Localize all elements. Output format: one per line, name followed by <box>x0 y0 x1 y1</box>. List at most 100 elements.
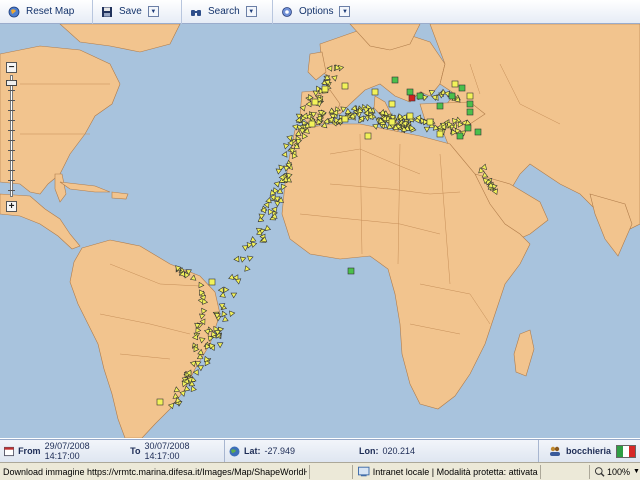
zoom-out-button[interactable]: − <box>6 62 17 73</box>
latitude-cell: Lat: -27.949 <box>225 440 325 462</box>
hispaniola-landmass <box>111 191 129 200</box>
to-label: To <box>130 446 141 456</box>
port-marker[interactable] <box>448 92 456 100</box>
search-button[interactable]: Search <box>190 6 240 18</box>
vessel-marker[interactable] <box>263 201 270 209</box>
options-dropdown-arrow[interactable]: ▼ <box>339 6 351 17</box>
vessel-marker[interactable] <box>221 310 228 318</box>
cuba-landmass <box>59 181 111 193</box>
zoom-slider[interactable]: − + <box>6 62 18 212</box>
vessel-marker[interactable] <box>234 278 242 285</box>
port-marker[interactable] <box>321 85 329 93</box>
vessel-marker[interactable] <box>264 224 272 231</box>
port-marker[interactable] <box>308 120 316 128</box>
zoom-tick <box>8 130 15 131</box>
port-marker[interactable] <box>464 124 472 132</box>
vessel-marker[interactable] <box>281 151 288 158</box>
save-group: Save ▼ <box>93 0 182 24</box>
save-button[interactable]: Save <box>101 6 142 18</box>
save-label: Save <box>119 6 142 17</box>
vessel-marker[interactable] <box>223 286 230 294</box>
vessel-marker[interactable] <box>265 197 272 204</box>
security-zone-text: Intranet locale | Modalità protetta: att… <box>372 466 538 477</box>
port-marker[interactable] <box>391 76 399 84</box>
world-map[interactable]: − + <box>0 24 640 438</box>
options-button[interactable]: Options <box>281 6 333 18</box>
port-marker[interactable] <box>371 88 379 96</box>
vessel-marker[interactable] <box>244 265 251 272</box>
earth-icon <box>229 446 240 456</box>
vessel-marker[interactable] <box>423 126 431 133</box>
vessel-marker[interactable] <box>197 365 205 372</box>
port-marker[interactable] <box>451 80 459 88</box>
port-marker[interactable] <box>347 267 355 275</box>
vessel-marker[interactable] <box>278 173 285 181</box>
vessel-marker[interactable] <box>229 310 236 318</box>
reset-map-button[interactable]: Reset Map <box>8 6 74 18</box>
port-marker[interactable] <box>388 118 396 126</box>
port-marker[interactable] <box>156 398 164 406</box>
vessel-marker[interactable] <box>230 292 238 299</box>
port-marker[interactable] <box>208 278 216 286</box>
zoom-tick <box>8 120 15 121</box>
zoom-tick <box>8 110 15 111</box>
lat-value: -27.949 <box>264 446 296 456</box>
port-marker[interactable] <box>416 92 424 100</box>
options-gear-icon <box>282 6 292 17</box>
binoculars-icon <box>191 9 201 16</box>
vessel-marker[interactable] <box>222 315 229 322</box>
zoom-dropdown-arrow[interactable]: ▼ <box>633 468 640 475</box>
port-marker[interactable] <box>364 132 372 140</box>
port-marker[interactable] <box>458 84 466 92</box>
from-value: 29/07/2008 14:17:00 <box>44 441 90 461</box>
zoom-track[interactable] <box>10 75 13 197</box>
port-marker[interactable] <box>436 102 444 110</box>
vessel-marker[interactable] <box>216 342 224 349</box>
zoom-tick <box>8 100 15 101</box>
vessel-marker[interactable] <box>273 181 281 188</box>
zoom-tick <box>8 190 15 191</box>
port-marker[interactable] <box>388 100 396 108</box>
search-dropdown-arrow[interactable]: ▼ <box>245 6 257 17</box>
port-marker[interactable] <box>466 108 474 116</box>
port-marker[interactable] <box>466 92 474 100</box>
time-range-cell: From 29/07/2008 14:17:00 To 30/07/2008 1… <box>0 440 225 462</box>
vessel-marker[interactable] <box>247 255 254 262</box>
longitude-cell: Lon: 020.214 <box>325 440 539 462</box>
vessel-marker[interactable] <box>344 107 352 114</box>
to-value: 30/07/2008 14:17:00 <box>144 441 190 461</box>
port-marker[interactable] <box>408 94 416 102</box>
vessel-marker[interactable] <box>241 245 249 252</box>
save-dropdown-arrow[interactable]: ▼ <box>147 6 159 17</box>
vessel-marker[interactable] <box>219 291 226 298</box>
users-icon <box>549 446 560 456</box>
zoom-in-button[interactable]: + <box>6 201 17 212</box>
vessel-marker[interactable] <box>283 143 290 150</box>
canada-north-landmass <box>59 24 181 53</box>
vessel-marker[interactable] <box>249 236 257 243</box>
vessel-marker[interactable] <box>239 256 247 263</box>
vessel-marker[interactable] <box>292 124 299 131</box>
user-name: bocchieria <box>565 446 611 456</box>
port-marker[interactable] <box>466 100 474 108</box>
search-group: Search ▼ <box>182 0 273 24</box>
port-marker[interactable] <box>341 82 349 90</box>
port-marker[interactable] <box>426 118 434 126</box>
port-marker[interactable] <box>406 88 414 96</box>
port-marker[interactable] <box>436 130 444 138</box>
port-marker[interactable] <box>311 98 319 106</box>
vessel-marker[interactable] <box>190 385 197 393</box>
port-marker[interactable] <box>341 115 349 123</box>
port-marker[interactable] <box>456 132 464 140</box>
browser-zoom-level[interactable]: 100% <box>607 467 630 477</box>
zoom-tick <box>8 160 15 161</box>
vessel-marker[interactable] <box>250 241 258 248</box>
port-marker[interactable] <box>474 128 482 136</box>
search-label: Search <box>208 6 240 17</box>
lon-value: 020.214 <box>382 446 416 456</box>
vessel-marker[interactable] <box>228 273 235 280</box>
port-marker[interactable] <box>406 112 414 120</box>
vessel-marker[interactable] <box>217 286 224 294</box>
vessel-marker[interactable] <box>233 255 240 263</box>
vessel-marker[interactable] <box>275 168 283 175</box>
